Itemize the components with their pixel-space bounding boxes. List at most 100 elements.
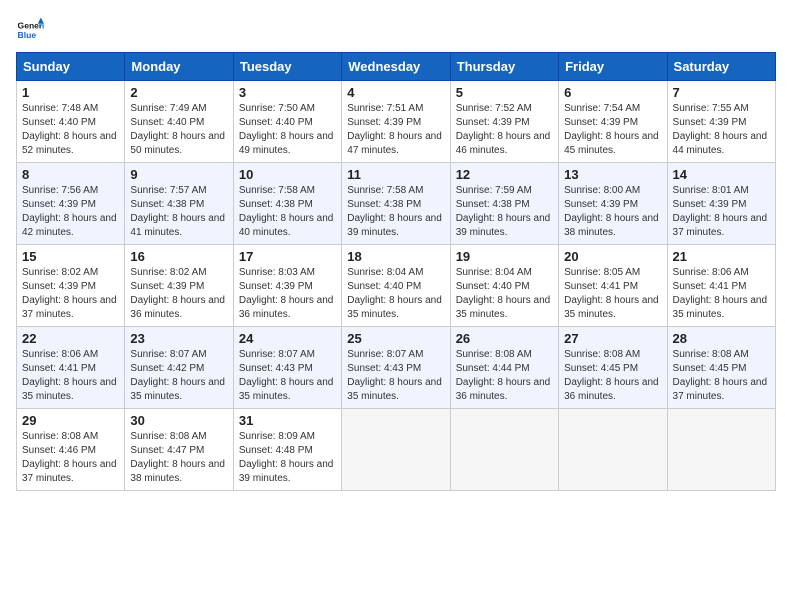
day-number: 17 [239, 249, 336, 264]
weekday-header-sunday: Sunday [17, 53, 125, 81]
day-number: 4 [347, 85, 444, 100]
weekday-header-saturday: Saturday [667, 53, 775, 81]
weekday-header-monday: Monday [125, 53, 233, 81]
day-detail: Sunrise: 7:59 AMSunset: 4:38 PMDaylight:… [456, 185, 551, 238]
day-detail: Sunrise: 8:02 AMSunset: 4:39 PMDaylight:… [130, 267, 225, 320]
day-detail: Sunrise: 8:00 AMSunset: 4:39 PMDaylight:… [564, 185, 659, 238]
day-detail: Sunrise: 8:04 AMSunset: 4:40 PMDaylight:… [347, 267, 442, 320]
calendar-cell: 15Sunrise: 8:02 AMSunset: 4:39 PMDayligh… [17, 245, 125, 327]
calendar-cell: 13 Sunrise: 8:00 AMSunset: 4:39 PMDayligh… [559, 163, 667, 245]
day-detail: Sunrise: 8:08 AMSunset: 4:45 PMDaylight:… [564, 349, 659, 402]
calendar-week-1: 1 Sunrise: 7:48 AMSunset: 4:40 PMDaylight… [17, 81, 776, 163]
calendar-cell: 16 Sunrise: 8:02 AMSunset: 4:39 PMDayligh… [125, 245, 233, 327]
day-detail: Sunrise: 8:08 AMSunset: 4:47 PMDaylight:… [130, 431, 225, 484]
day-number: 27 [564, 331, 661, 346]
calendar-cell: 20 Sunrise: 8:05 AMSunset: 4:41 PMDayligh… [559, 245, 667, 327]
calendar-cell [450, 409, 558, 491]
calendar-cell: 27 Sunrise: 8:08 AMSunset: 4:45 PMDayligh… [559, 327, 667, 409]
calendar-cell: 24 Sunrise: 8:07 AMSunset: 4:43 PMDayligh… [233, 327, 341, 409]
day-number: 29 [22, 413, 119, 428]
day-number: 16 [130, 249, 227, 264]
day-detail: Sunrise: 8:08 AMSunset: 4:44 PMDaylight:… [456, 349, 551, 402]
calendar-cell: 1 Sunrise: 7:48 AMSunset: 4:40 PMDaylight… [17, 81, 125, 163]
day-detail: Sunrise: 7:54 AMSunset: 4:39 PMDaylight:… [564, 103, 659, 156]
calendar-cell: 11 Sunrise: 7:58 AMSunset: 4:38 PMDayligh… [342, 163, 450, 245]
day-detail: Sunrise: 8:08 AMSunset: 4:45 PMDaylight:… [673, 349, 768, 402]
day-number: 8 [22, 167, 119, 182]
day-number: 25 [347, 331, 444, 346]
calendar-week-3: 15 Sunrise: 8:02 AMSunset: 4:39 PMDayligh… [17, 245, 776, 327]
calendar-cell: 18 Sunrise: 8:04 AMSunset: 4:40 PMDayligh… [342, 245, 450, 327]
calendar-cell: 2 Sunrise: 7:49 AMSunset: 4:40 PMDaylight… [125, 81, 233, 163]
calendar-cell: 3 Sunrise: 7:50 AMSunset: 4:40 PMDaylight… [233, 81, 341, 163]
day-number: 20 [564, 249, 661, 264]
calendar-header-row: SundayMondayTuesdayWednesdayThursdayFrid… [17, 53, 776, 81]
day-detail: Sunrise: 8:07 AMSunset: 4:43 PMDaylight:… [239, 349, 334, 402]
day-number: 12 [456, 167, 553, 182]
day-detail: Sunrise: 8:03 AMSunset: 4:39 PMDaylight:… [239, 267, 334, 320]
day-detail: Sunrise: 7:56 AMSunset: 4:39 PMDaylight:… [22, 185, 117, 238]
day-detail: Sunrise: 7:58 AMSunset: 4:38 PMDaylight:… [347, 185, 442, 238]
day-detail: Sunrise: 8:06 AMSunset: 4:41 PMDaylight:… [22, 349, 117, 402]
day-detail: Sunrise: 8:04 AMSunset: 4:40 PMDaylight:… [456, 267, 551, 320]
weekday-header-tuesday: Tuesday [233, 53, 341, 81]
calendar-cell: 29 Sunrise: 8:08 AMSunset: 4:46 PMDayligh… [17, 409, 125, 491]
calendar-cell: 14Sunrise: 8:01 AMSunset: 4:39 PMDayligh… [667, 163, 775, 245]
calendar-cell: 30 Sunrise: 8:08 AMSunset: 4:47 PMDayligh… [125, 409, 233, 491]
day-number: 10 [239, 167, 336, 182]
calendar-cell: 21Sunrise: 8:06 AMSunset: 4:41 PMDayligh… [667, 245, 775, 327]
svg-text:Blue: Blue [18, 30, 37, 40]
day-detail: Sunrise: 7:49 AMSunset: 4:40 PMDaylight:… [130, 103, 225, 156]
day-detail: Sunrise: 8:07 AMSunset: 4:42 PMDaylight:… [130, 349, 225, 402]
day-number: 2 [130, 85, 227, 100]
day-number: 26 [456, 331, 553, 346]
day-number: 7 [673, 85, 770, 100]
calendar-body: 1 Sunrise: 7:48 AMSunset: 4:40 PMDaylight… [17, 81, 776, 491]
weekday-header-thursday: Thursday [450, 53, 558, 81]
calendar-cell [342, 409, 450, 491]
day-number: 22 [22, 331, 119, 346]
calendar-cell: 28 Sunrise: 8:08 AMSunset: 4:45 PMDayligh… [667, 327, 775, 409]
day-detail: Sunrise: 7:51 AMSunset: 4:39 PMDaylight:… [347, 103, 442, 156]
day-number: 28 [673, 331, 770, 346]
day-number: 24 [239, 331, 336, 346]
day-number: 5 [456, 85, 553, 100]
calendar-cell: 10 Sunrise: 7:58 AMSunset: 4:38 PMDayligh… [233, 163, 341, 245]
day-number: 6 [564, 85, 661, 100]
day-detail: Sunrise: 8:07 AMSunset: 4:43 PMDaylight:… [347, 349, 442, 402]
day-detail: Sunrise: 8:09 AMSunset: 4:48 PMDaylight:… [239, 431, 334, 484]
logo-icon: General Blue [16, 16, 44, 44]
day-number: 9 [130, 167, 227, 182]
day-number: 11 [347, 167, 444, 182]
weekday-header-friday: Friday [559, 53, 667, 81]
calendar-cell: 12 Sunrise: 7:59 AMSunset: 4:38 PMDayligh… [450, 163, 558, 245]
calendar-cell: 5 Sunrise: 7:52 AMSunset: 4:39 PMDaylight… [450, 81, 558, 163]
day-number: 18 [347, 249, 444, 264]
calendar-cell: 25 Sunrise: 8:07 AMSunset: 4:43 PMDayligh… [342, 327, 450, 409]
day-number: 30 [130, 413, 227, 428]
day-number: 23 [130, 331, 227, 346]
calendar-week-5: 29 Sunrise: 8:08 AMSunset: 4:46 PMDayligh… [17, 409, 776, 491]
calendar-cell: 7Sunrise: 7:55 AMSunset: 4:39 PMDaylight… [667, 81, 775, 163]
calendar-cell [667, 409, 775, 491]
day-number: 19 [456, 249, 553, 264]
day-detail: Sunrise: 7:57 AMSunset: 4:38 PMDaylight:… [130, 185, 225, 238]
day-number: 1 [22, 85, 119, 100]
day-number: 15 [22, 249, 119, 264]
day-detail: Sunrise: 8:05 AMSunset: 4:41 PMDaylight:… [564, 267, 659, 320]
day-detail: Sunrise: 8:08 AMSunset: 4:46 PMDaylight:… [22, 431, 117, 484]
day-detail: Sunrise: 7:48 AMSunset: 4:40 PMDaylight:… [22, 103, 117, 156]
logo: General Blue [16, 16, 48, 44]
day-number: 31 [239, 413, 336, 428]
day-detail: Sunrise: 7:52 AMSunset: 4:39 PMDaylight:… [456, 103, 551, 156]
calendar-cell: 6 Sunrise: 7:54 AMSunset: 4:39 PMDaylight… [559, 81, 667, 163]
day-detail: Sunrise: 7:58 AMSunset: 4:38 PMDaylight:… [239, 185, 334, 238]
calendar-cell: 17 Sunrise: 8:03 AMSunset: 4:39 PMDayligh… [233, 245, 341, 327]
calendar-table: SundayMondayTuesdayWednesdayThursdayFrid… [16, 52, 776, 491]
day-number: 13 [564, 167, 661, 182]
weekday-header-wednesday: Wednesday [342, 53, 450, 81]
day-number: 3 [239, 85, 336, 100]
calendar-cell [559, 409, 667, 491]
day-detail: Sunrise: 7:50 AMSunset: 4:40 PMDaylight:… [239, 103, 334, 156]
day-detail: Sunrise: 8:01 AMSunset: 4:39 PMDaylight:… [673, 185, 768, 238]
